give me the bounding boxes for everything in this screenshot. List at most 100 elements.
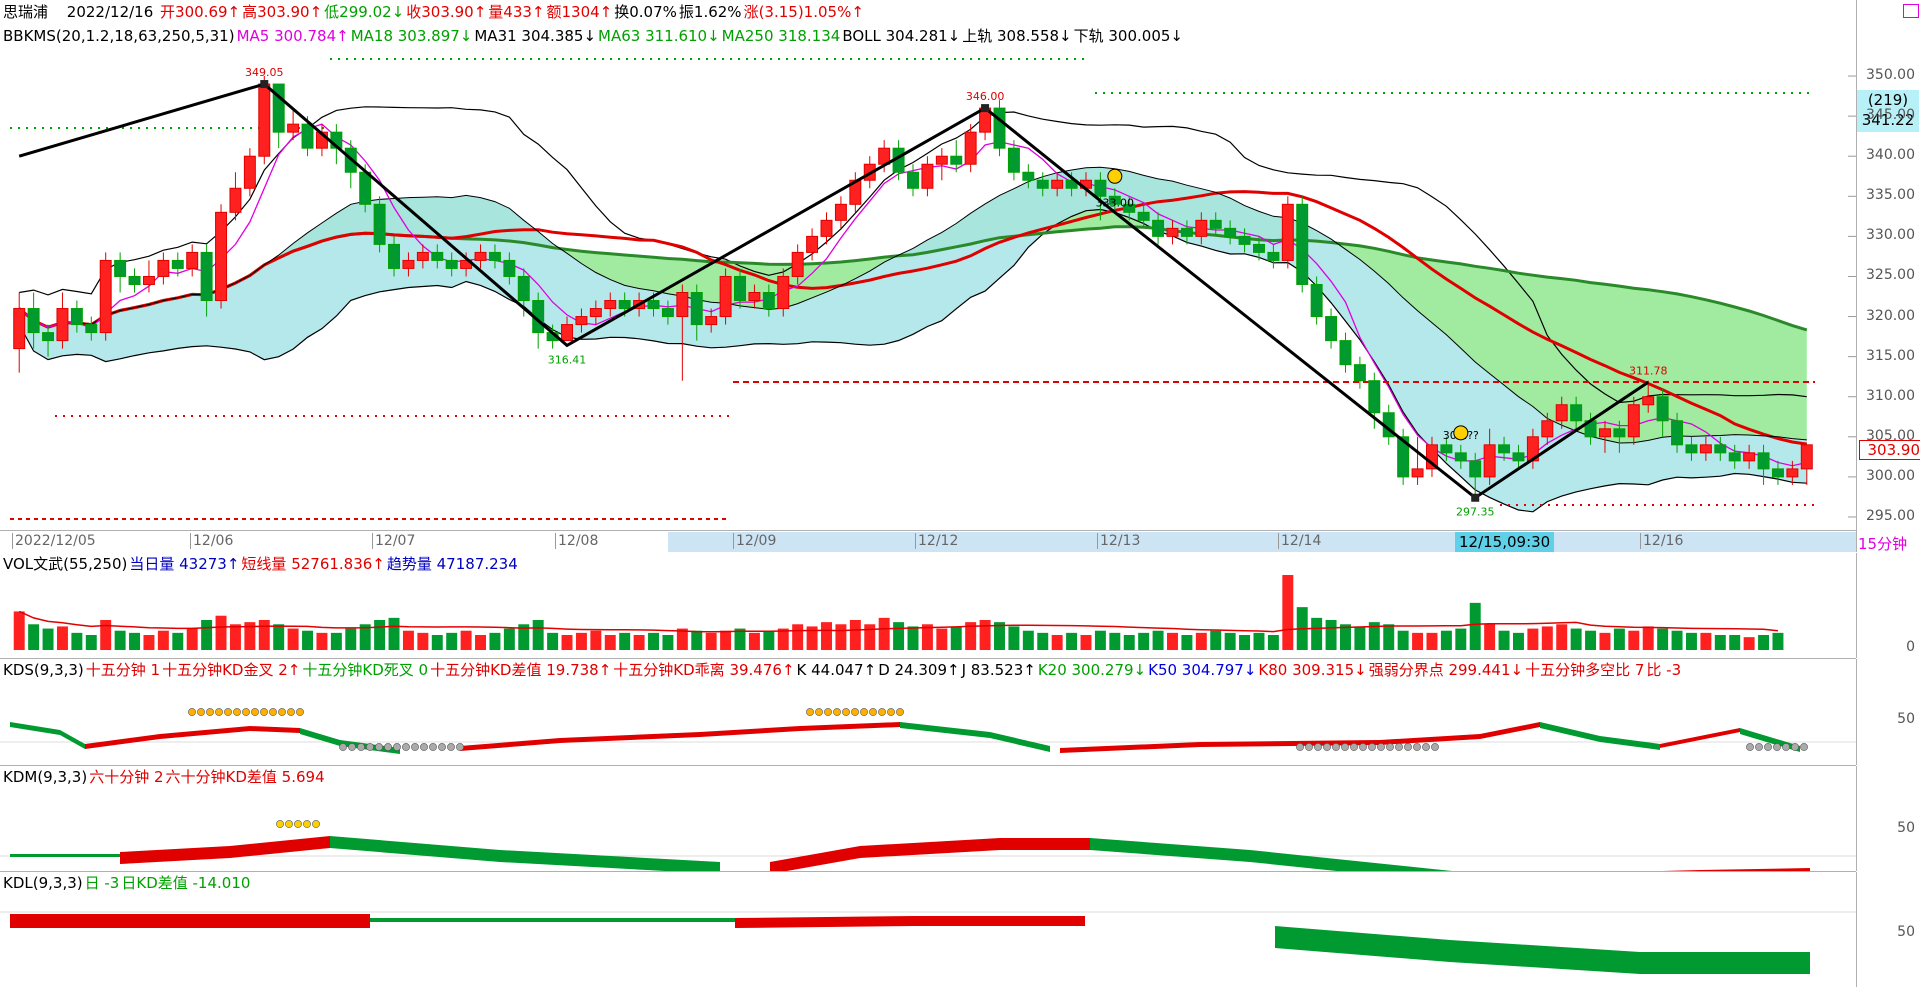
candle-body [935, 155, 948, 165]
candle-body [474, 251, 487, 261]
kdl-legend-item-1: 日 -3 [84, 874, 120, 892]
volume-bar [172, 632, 184, 650]
signal-dot [357, 743, 365, 751]
date-label: 12/14 [1278, 533, 1321, 549]
kds-legend-item-12: 强弱分界点 299.441↓ [1368, 661, 1524, 679]
volume-bar [1657, 628, 1669, 650]
volume-bar [1527, 628, 1539, 650]
price-tick: 325.00 [1866, 267, 1915, 284]
volume-bar [1685, 632, 1697, 650]
candle-body [128, 275, 141, 285]
signal-dot [1350, 743, 1358, 751]
candle-body [1570, 404, 1583, 422]
signal-dot [1800, 743, 1808, 751]
volume-bar [129, 632, 141, 650]
candle-body [964, 131, 977, 165]
main-legend-item-0: BBKMS(20,1.2,18,63,250,5,31) [3, 27, 235, 45]
candle-body [157, 259, 170, 277]
signal-dot [276, 820, 284, 828]
candle-body [1238, 235, 1251, 245]
volume-bar [691, 630, 703, 650]
candle-body [1036, 179, 1049, 189]
volume-bar [114, 630, 126, 650]
main-legend-item-6: BOLL 304.281↓ [842, 27, 961, 45]
zigzag-label: 311.78 [1629, 364, 1668, 377]
signal-dot [260, 708, 268, 716]
candle-body [1498, 444, 1511, 454]
candle-body [1613, 428, 1626, 438]
candle-body [618, 300, 631, 310]
candle-body [1440, 444, 1453, 454]
volume-bar [1714, 635, 1726, 650]
signal-dot [233, 708, 241, 716]
signal-dot [1404, 743, 1412, 751]
signal-dot [1782, 743, 1790, 751]
volume-pane[interactable]: VOL文武(55,250) 当日量 43273↑ 短线量 52761.836↑ 趋势量… [0, 553, 1856, 659]
candle-body [517, 275, 530, 302]
signal-dot [869, 708, 877, 716]
volume-bar [1123, 635, 1135, 650]
kds-legend-item-2: 十五分钟KD金叉 2↑ [162, 661, 301, 679]
header-bar: 思瑞浦 2022/12/16 开300.69↑ 高303.90↑ 低299.02↓ 收… [3, 3, 868, 21]
quote-item-8: 涨(3.15)1.05%↑ [743, 3, 864, 21]
period-label[interactable]: 15分钟 [1858, 533, 1907, 554]
candle-body [1310, 283, 1323, 318]
candle-body [1743, 452, 1756, 462]
signal-dot [824, 708, 832, 716]
candle-body [56, 308, 69, 342]
volume-bar [71, 632, 83, 650]
kdl-pane[interactable]: KDL(9,3,3) 日 -3 日KD差值 -14.010 [0, 872, 1856, 987]
signal-dot [806, 708, 814, 716]
candle-body [142, 275, 155, 285]
signal-dot [1296, 743, 1304, 751]
osc-band [85, 726, 300, 749]
candle-body [1512, 452, 1525, 462]
corner-icon[interactable] [1903, 4, 1919, 18]
kdl-chart[interactable] [0, 872, 1856, 987]
volume-bar [460, 630, 472, 650]
vol-legend-item-0: VOL文武(55,250) [3, 555, 128, 573]
kds-legend-item-4: 十五分钟KD差值 19.738↑ [430, 661, 612, 679]
osc-band [370, 918, 735, 922]
volume-bar [1758, 635, 1770, 650]
candle-body [719, 275, 732, 318]
candle-body [1469, 460, 1482, 478]
volume-bar [489, 632, 501, 650]
main-chart-pane[interactable]: 思瑞浦 2022/12/16 开300.69↑ 高303.90↑ 低299.02↓ 收… [0, 0, 1856, 553]
date-label: 12/09 [733, 533, 776, 549]
price-tick: 310.00 [1866, 387, 1915, 404]
volume-bar [1253, 632, 1265, 650]
osc-band [770, 838, 1090, 871]
main-legend-item-7: 上轨 308.558↓ [962, 27, 1072, 45]
volume-bar [42, 628, 54, 650]
volume-bar [1512, 632, 1524, 650]
volume-bar [316, 632, 328, 650]
volume-bar [1700, 632, 1712, 650]
price-tick: 350.00 [1866, 67, 1915, 84]
volume-bar [936, 628, 948, 650]
kds-pane[interactable]: KDS(9,3,3) 十五分钟 1 十五分钟KD金叉 2↑ 十五分钟KD死叉 0 十五分… [0, 659, 1856, 766]
signal-dot [375, 743, 383, 751]
price-tick: 305.00 [1866, 427, 1915, 444]
candle-body [1195, 219, 1208, 237]
volume-bar [1325, 620, 1337, 650]
candle-body [1152, 219, 1165, 237]
volume-bar [1772, 632, 1784, 650]
volume-bar [330, 632, 342, 650]
kdm-pane[interactable]: KDM(9,3,3) 六十分钟 2 六十分钟KD差值 5.694 [0, 766, 1856, 872]
volume-bar [979, 620, 991, 650]
price-tick: 320.00 [1866, 307, 1915, 324]
signal-dot [878, 708, 886, 716]
price-chart[interactable]: 349.05316.41346.00333.00297.35305.??311.… [0, 0, 1856, 552]
candle-body [359, 171, 372, 205]
candle-body [1627, 404, 1640, 438]
candle-body [834, 203, 847, 221]
kdm-legend: KDM(9,3,3) 六十分钟 2 六十分钟KD差值 5.694 [3, 768, 327, 786]
signal-dot [1395, 743, 1403, 751]
osc-band [900, 722, 1050, 752]
main-legend-item-8: 下轨 300.005↓ [1073, 27, 1183, 45]
quote-item-1: 高303.90↑ [242, 3, 323, 21]
signal-dot [1341, 743, 1349, 751]
candle-body [762, 292, 775, 310]
volume-bar [907, 626, 919, 650]
